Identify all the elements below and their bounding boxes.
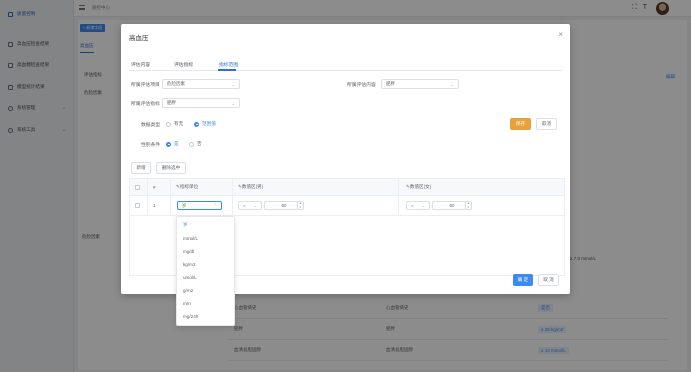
dropdown-option[interactable]: mg/24h — [177, 310, 236, 323]
dropdown-option[interactable]: g/m2 — [177, 284, 236, 297]
radio-label: 是 — [174, 141, 179, 146]
number-value: 60 — [449, 203, 455, 208]
add-button[interactable]: 新增 — [131, 162, 151, 174]
table-row: 1 岁 ⌃ = ⌄ 60 ▴ ▾ = ⌄ 60 ▴ ▾ — [130, 196, 564, 216]
content-label: 所属评估内容 — [347, 83, 376, 88]
col-male: 数值区(男) — [241, 184, 264, 189]
chevron-down-icon: ⌄ — [450, 82, 454, 87]
radio-gender-yes[interactable]: 是 — [166, 141, 179, 147]
chevron-down-icon: ⌄ — [253, 203, 257, 208]
col-unit-header: ✎ 指标单位 — [176, 179, 198, 195]
content-select[interactable]: 肥胖 ⌄ — [381, 79, 459, 89]
radio-circle — [189, 141, 194, 147]
save-button[interactable]: 保存 — [510, 118, 531, 130]
tab-indicator-range[interactable]: 指标范围 — [219, 61, 238, 68]
radio-circle — [194, 121, 199, 127]
col-index: # — [153, 184, 156, 190]
radio-circle — [166, 141, 171, 147]
radio-has-or-not[interactable]: 有无 — [166, 121, 183, 127]
delete-selected-button[interactable]: 删除选中 — [156, 162, 186, 174]
data-type-label: 数据类型 — [141, 123, 161, 128]
dropdown-option[interactable]: kg/m2 — [177, 258, 236, 271]
indicator-label: 所属评估指标 — [131, 102, 160, 107]
stepper-arrows-icon[interactable]: ▴ ▾ — [465, 201, 471, 209]
radio-range-value[interactable]: 范围值 — [194, 121, 216, 127]
project-label: 所属评估项目 — [131, 83, 160, 88]
radio-circle — [166, 121, 171, 127]
project-select[interactable]: 危险因素 ⌄ — [162, 79, 240, 89]
row-checkbox-cell[interactable] — [135, 196, 140, 215]
radio-label: 有无 — [174, 121, 184, 126]
unit-select[interactable]: 岁 ⌃ — [177, 201, 222, 210]
dialog-title: 高血压 — [129, 35, 149, 42]
dropdown-option[interactable]: umol/L — [177, 271, 236, 284]
tab-assessment-indicator[interactable]: 评估指标 — [174, 61, 193, 68]
col-female: 数值区(女) — [409, 184, 432, 189]
confirm-button[interactable]: 确 定 — [513, 274, 533, 286]
operator-value: = — [411, 203, 414, 208]
female-value-input[interactable]: 60 ▴ ▾ — [432, 201, 472, 210]
chevron-down-icon: ⌄ — [231, 82, 235, 87]
col-female-header: ✎ 数值区(女) — [406, 179, 431, 195]
cancel-button[interactable]: 取消 — [536, 118, 557, 130]
indicator-select[interactable]: 肥胖 ⌄ — [162, 98, 240, 108]
cancel-footer-button[interactable]: 取 消 — [538, 274, 559, 286]
content-value: 肥胖 — [386, 81, 395, 86]
radio-gender-no[interactable]: 否 — [189, 141, 202, 147]
col-unit: 指标单位 — [179, 184, 199, 189]
project-value: 危险因素 — [167, 81, 185, 86]
dropdown-option[interactable]: 岁 — [177, 219, 236, 232]
chevron-up-icon: ⌃ — [213, 203, 217, 208]
close-icon[interactable]: × — [558, 30, 563, 39]
dialog-tabs: 评估内容 评估指标 指标范围 — [129, 59, 562, 71]
female-operator-select[interactable]: = ⌄ — [406, 201, 430, 210]
stepper-arrows-icon[interactable]: ▴ ▾ — [297, 201, 303, 209]
table-header: # ✎ 指标单位 ✎ 数值区(男) ✎ 数值区(女) — [130, 179, 564, 196]
number-value: 60 — [281, 203, 287, 208]
operator-value: = — [243, 203, 246, 208]
male-operator-select[interactable]: = ⌄ — [238, 201, 262, 210]
radio-label: 范围值 — [202, 121, 216, 126]
radio-label: 否 — [197, 141, 202, 146]
row-index: 1 — [153, 203, 156, 208]
chevron-down-icon: ⌄ — [231, 101, 235, 106]
select-all-checkbox[interactable] — [135, 179, 140, 195]
indicator-value: 肥胖 — [167, 100, 176, 105]
active-tab-indicator — [218, 69, 236, 71]
male-value-input[interactable]: 60 ▴ ▾ — [264, 201, 304, 210]
tab-assessment-content[interactable]: 评估内容 — [131, 61, 150, 68]
dropdown-option[interactable]: mm — [177, 297, 236, 310]
unit-dropdown: 岁 mmol/L mg/dl kg/m2 umol/L g/m2 mm mg/2… — [176, 216, 235, 326]
chevron-down-icon: ⌄ — [421, 203, 425, 208]
unit-value: 岁 — [182, 202, 187, 208]
col-male-header: ✎ 数值区(男) — [238, 179, 263, 195]
checkbox[interactable] — [135, 184, 140, 190]
checkbox[interactable] — [135, 203, 140, 208]
gender-condition-label: 性别条件 — [141, 143, 161, 148]
dropdown-option[interactable]: mg/dl — [177, 245, 236, 258]
dropdown-option[interactable]: mmol/L — [177, 232, 236, 245]
